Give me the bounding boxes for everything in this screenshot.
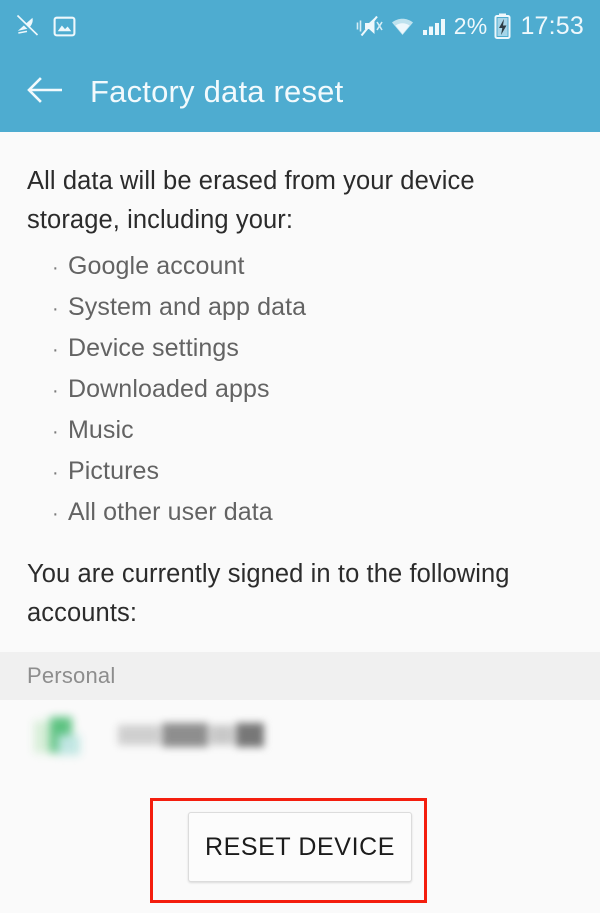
bullet-dot-icon: ·: [52, 421, 59, 443]
list-item-label: Google account: [68, 252, 245, 280]
list-item: · Pictures: [0, 457, 600, 498]
list-item: · All other user data: [0, 498, 600, 539]
section-header-label: Personal: [27, 663, 116, 688]
bullet-dot-icon: ·: [52, 298, 59, 320]
list-item-label: Pictures: [68, 457, 160, 485]
bullet-dot-icon: ·: [52, 339, 59, 361]
account-name-label: [118, 719, 276, 753]
account-row[interactable]: [0, 700, 600, 772]
wifi-icon: [390, 15, 415, 38]
status-bar-clock: 17:53: [520, 11, 584, 40]
list-item-label: All other user data: [68, 498, 273, 526]
cellular-signal-icon: [422, 15, 447, 38]
list-item: · Device settings: [0, 334, 600, 375]
section-header-personal: Personal: [0, 652, 600, 700]
no-sim-icon: [14, 13, 40, 39]
status-bar: 2% 17:53: [0, 0, 600, 52]
page-title: Factory data reset: [90, 74, 344, 109]
list-item-label: Downloaded apps: [68, 375, 270, 403]
back-arrow-icon: [26, 73, 64, 112]
back-button[interactable]: [24, 71, 66, 113]
signed-in-paragraph: You are currently signed in to the follo…: [27, 560, 510, 627]
status-bar-left-icons: [14, 13, 77, 39]
status-bar-right-icons: 2% 17:53: [356, 13, 584, 39]
erased-data-list: · Google account · System and app data ·…: [0, 252, 600, 539]
reset-device-button-label: RESET DEVICE: [204, 832, 396, 861]
list-item: · Music: [0, 416, 600, 457]
reset-device-button[interactable]: RESET DEVICE: [188, 812, 412, 882]
vibrate-mute-icon: [356, 14, 383, 38]
list-item-label: Music: [68, 416, 134, 444]
list-item: · Google account: [0, 252, 600, 293]
bullet-dot-icon: ·: [52, 380, 59, 402]
battery-percent-label: 2%: [453, 12, 488, 39]
content-area: All data will be erased from your device…: [0, 132, 600, 913]
list-item: · System and app data: [0, 293, 600, 334]
screenshot-image-icon: [52, 14, 77, 39]
intro-paragraph: All data will be erased from your device…: [27, 167, 475, 234]
battery-charging-icon: [494, 13, 511, 39]
bullet-dot-icon: ·: [52, 462, 59, 484]
list-item-label: System and app data: [68, 293, 307, 321]
list-item-label: Device settings: [68, 334, 240, 362]
app-bar: Factory data reset: [0, 52, 600, 132]
bullet-dot-icon: ·: [52, 257, 59, 279]
bullet-dot-icon: ·: [52, 503, 59, 525]
account-avatar-icon: [30, 709, 84, 763]
phone-screen: 2% 17:53 Factory data reset All data wil…: [0, 0, 600, 913]
list-item: · Downloaded apps: [0, 375, 600, 416]
